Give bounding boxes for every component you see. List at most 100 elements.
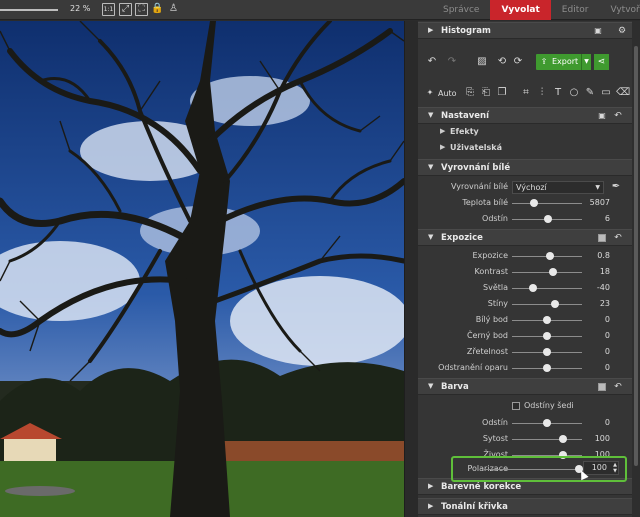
slider-value[interactable]: 0 <box>605 347 610 356</box>
slider-knob[interactable] <box>529 284 537 292</box>
magic-person-icon[interactable]: ♙ <box>167 3 180 16</box>
polarization-value: 100 <box>591 463 607 472</box>
fit-screen-icon[interactable]: ⤢ <box>119 3 132 16</box>
histogram-header[interactable]: ▶ Histogram ▣ ⚙ <box>418 22 632 39</box>
slider-knob[interactable] <box>545 252 554 260</box>
slider-row: Světla -40 <box>418 280 632 296</box>
polarization-value-spinner[interactable]: 100 ▲ ▼ <box>583 461 619 475</box>
slider-knob[interactable] <box>544 215 553 223</box>
slider-track[interactable] <box>512 304 582 305</box>
slider-knob[interactable] <box>543 316 551 324</box>
rotate-right-icon[interactable]: ⟳ <box>512 56 524 68</box>
duplicate-icon[interactable]: ❐ <box>496 87 508 99</box>
grayscale-label: Odstíny šedi <box>524 401 574 410</box>
slider-track[interactable] <box>512 203 582 204</box>
slider-track[interactable] <box>512 439 582 440</box>
brush-icon[interactable]: ✎ <box>584 87 596 99</box>
gradient-icon[interactable]: ▭ <box>600 87 612 99</box>
slider-knob[interactable] <box>543 332 551 340</box>
slider-value[interactable]: 5807 <box>590 198 610 207</box>
image-icon[interactable]: ▨ <box>476 56 488 68</box>
slider-label: Odstín <box>482 418 508 427</box>
undo-icon[interactable]: ↶ <box>426 56 438 68</box>
histogram-toggle-icon[interactable]: ▣ <box>592 25 604 37</box>
expand-arrow-icon: ▶ <box>440 143 446 151</box>
eraser-icon[interactable]: ⌫ <box>616 87 630 99</box>
share-icon[interactable]: ⋖ <box>594 54 609 70</box>
circle-icon[interactable]: ○ <box>568 87 580 99</box>
tone-curve-header[interactable]: ▶ Tonální křivka <box>418 498 632 515</box>
nastaveni-header[interactable]: ▼ Nastavení ▣ ↶ <box>418 107 632 124</box>
slider-row: Odstín 0 <box>418 415 632 431</box>
slider-knob[interactable] <box>550 300 559 308</box>
reset-icon[interactable]: ↶ <box>612 381 624 393</box>
auto-label[interactable]: Auto <box>438 89 457 98</box>
white-balance-select[interactable]: Výchozí ▼ <box>512 181 604 194</box>
straighten-icon[interactable]: ⫶ <box>536 87 548 99</box>
text-icon[interactable]: T <box>552 87 564 99</box>
white-balance-select-value: Výchozí <box>516 183 547 192</box>
sidebar-item-uzivatelska[interactable]: ▶ Uživatelská <box>418 140 632 156</box>
tab-vyvolat[interactable]: Vyvolat <box>490 0 551 20</box>
slider-row: Expozice 0.8 <box>418 248 632 264</box>
slider-knob[interactable] <box>543 364 551 372</box>
copy-icon[interactable]: ⎘ <box>464 87 476 99</box>
slider-knob[interactable] <box>549 268 558 276</box>
settings-gear-icon[interactable]: ⚙ <box>616 25 628 37</box>
export-dropdown-icon[interactable]: ▼ <box>581 54 591 70</box>
slider-knob[interactable] <box>530 199 539 207</box>
sidebar-item-efekty[interactable]: ▶ Efekty <box>418 124 632 140</box>
slider-value[interactable]: 6 <box>605 214 610 223</box>
slider-value[interactable]: 23 <box>600 299 610 308</box>
tab-spravce[interactable]: Správce <box>432 0 490 20</box>
slider-value[interactable]: 18 <box>600 267 610 276</box>
slider-label: Světla <box>483 283 508 292</box>
fit-1-1-icon[interactable]: 1:1 <box>102 3 115 16</box>
chevron-down-icon: ▼ <box>595 184 600 191</box>
spin-arrows-icon[interactable]: ▲ ▼ <box>613 462 617 474</box>
slider-value[interactable]: 0 <box>605 315 610 324</box>
slider-value[interactable]: 0 <box>605 418 610 427</box>
slider-value[interactable]: 0 <box>605 363 610 372</box>
zoom-slider[interactable] <box>0 9 58 11</box>
slider-track[interactable] <box>512 288 582 289</box>
paste-icon[interactable]: ⎗ <box>480 87 492 99</box>
auto-wand-icon[interactable]: ✦ <box>424 87 436 99</box>
fullscreen-icon[interactable]: ⛶ <box>135 3 148 16</box>
tab-editor[interactable]: Editor <box>551 0 600 20</box>
panel-scrollbar-thumb[interactable] <box>634 46 638 466</box>
slider-knob[interactable] <box>559 435 568 443</box>
reset-icon[interactable]: ↶ <box>612 110 624 122</box>
slider-knob[interactable] <box>543 348 551 356</box>
eyedropper-icon[interactable]: ✒ <box>610 181 622 193</box>
slider-label: Teplota bílé <box>462 198 508 207</box>
reset-icon[interactable]: ↶ <box>612 232 624 244</box>
slider-row: Bílý bod 0 <box>418 312 632 328</box>
exposure-enable-checkbox[interactable] <box>598 234 606 242</box>
top-toolbar: 22 % 1:1 ⤢ ⛶ 🔒 ♙ Správce Vyvolat Editor … <box>0 0 640 20</box>
slider-label: Zřetelnost <box>466 347 508 356</box>
color-header[interactable]: ▼ Barva ↶ <box>418 378 632 395</box>
rotate-left-icon[interactable]: ⟲ <box>496 56 508 68</box>
uzivatelska-label: Uživatelská <box>450 143 502 152</box>
panel-splitter[interactable] <box>404 21 418 517</box>
redo-icon[interactable]: ↷ <box>446 56 458 68</box>
color-enable-checkbox[interactable] <box>598 383 606 391</box>
slider-knob[interactable] <box>543 419 551 427</box>
save-preset-icon[interactable]: ▣ <box>596 110 608 122</box>
slider-value[interactable]: 100 <box>595 434 610 443</box>
grayscale-checkbox[interactable] <box>512 402 520 410</box>
slider-value[interactable]: -40 <box>597 283 610 292</box>
nastaveni-title: Nastavení <box>441 111 489 121</box>
slider-value[interactable]: 0 <box>605 331 610 340</box>
tab-vytvorit[interactable]: Vytvořit <box>599 0 640 20</box>
photo-canvas[interactable] <box>0 21 404 517</box>
white-balance-select-row: Vyrovnání bílé Výchozí ▼ ✒ <box>418 179 632 195</box>
white-balance-header[interactable]: ▼ Vyrovnání bílé <box>418 159 632 176</box>
slider-track[interactable] <box>512 272 582 273</box>
exposure-header[interactable]: ▼ Expozice ↶ <box>418 229 632 246</box>
slider-value[interactable]: 0.8 <box>597 251 610 260</box>
collapse-arrow-icon: ▼ <box>428 382 434 390</box>
lock-icon[interactable]: 🔒 <box>151 3 164 16</box>
crop-icon[interactable]: ⌗ <box>520 87 532 99</box>
